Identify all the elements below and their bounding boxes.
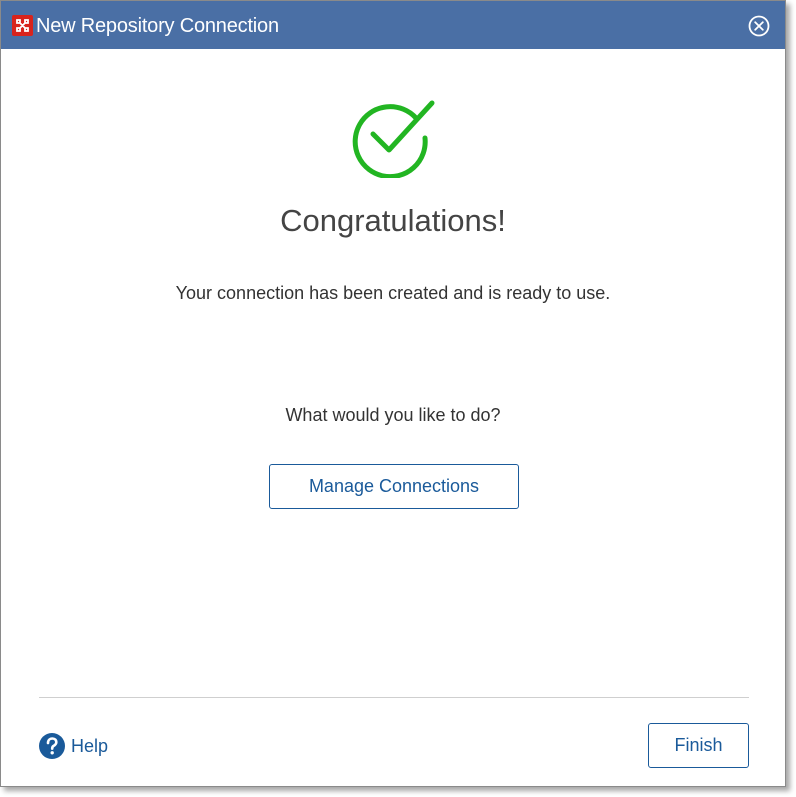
connection-created-message: Your connection has been created and is … [175, 283, 611, 303]
close-button[interactable] [747, 14, 771, 38]
help-icon [39, 733, 65, 759]
help-link[interactable]: Help [39, 732, 108, 760]
close-circle-icon [748, 15, 770, 37]
congratulations-heading: Congratulations! [280, 203, 506, 238]
next-action-prompt: What would you like to do? [285, 405, 501, 425]
finish-button[interactable]: Finish [648, 723, 749, 768]
repository-app-icon [12, 15, 33, 36]
check-circle-icon [351, 98, 437, 180]
title-bar[interactable]: New Repository Connection [1, 1, 785, 49]
new-repository-connection-dialog: New Repository Connection Congratulation… [0, 0, 786, 787]
dialog-title: New Repository Connection [36, 15, 279, 37]
manage-connections-button[interactable]: Manage Connections [269, 464, 519, 509]
footer-divider [39, 697, 749, 698]
help-label: Help [71, 736, 109, 756]
